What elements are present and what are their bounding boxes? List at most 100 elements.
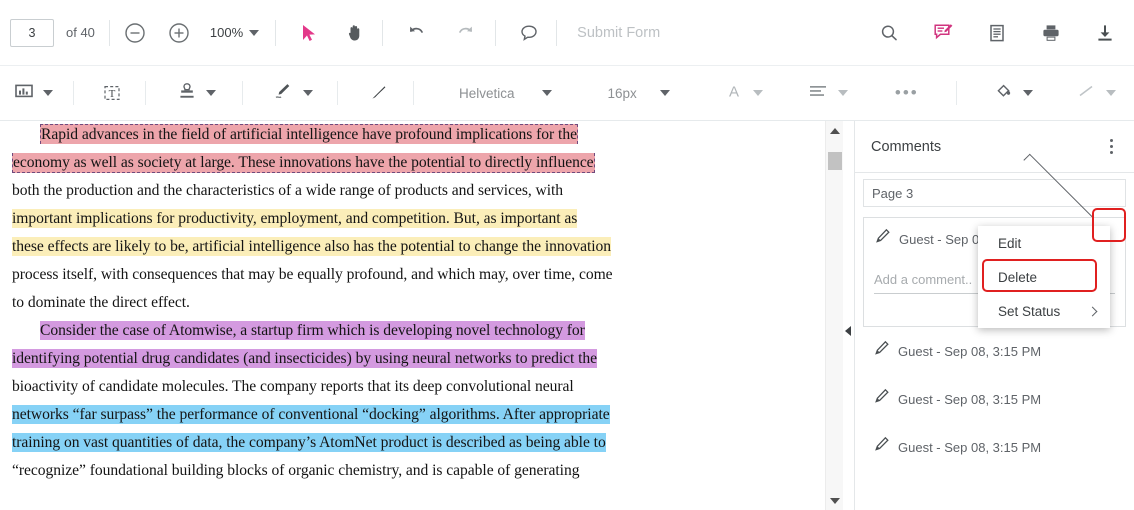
- svg-text:A: A: [729, 83, 739, 100]
- chevron-down-icon: [206, 90, 216, 96]
- font-size-label: 16px: [608, 86, 637, 101]
- highlighted-text[interactable]: networks “far surpass” the performance o…: [12, 405, 610, 424]
- toolbar-divider: [275, 20, 276, 46]
- chevron-down-icon: [43, 90, 53, 96]
- undo-icon[interactable]: [397, 14, 435, 52]
- text-align-icon: [807, 82, 829, 105]
- context-menu-label: Delete: [998, 270, 1037, 285]
- document-line: networks “far surpass” the performance o…: [12, 401, 713, 429]
- document-text: both the production and the characterist…: [12, 182, 563, 199]
- comment-meta: Guest - Sep 08, 3:15 PM: [898, 344, 1041, 359]
- redo-icon[interactable]: [447, 14, 485, 52]
- toolbar-divider: [556, 20, 557, 46]
- font-size-dropdown[interactable]: 16px: [600, 86, 678, 101]
- more-options-icon[interactable]: •••: [888, 74, 926, 112]
- document-line: Rapid advances in the field of artificia…: [12, 121, 713, 149]
- panel-overflow-kebab-icon[interactable]: [1098, 132, 1124, 162]
- scroll-up-arrow-icon[interactable]: [826, 122, 844, 139]
- highlighter-pen-icon: [873, 436, 890, 458]
- document-line: to dominate the direct effect.: [12, 289, 713, 317]
- viewport-right-gap: [725, 121, 825, 510]
- stamp-icon: [177, 81, 197, 106]
- document-line: important implications for productivity,…: [12, 205, 713, 233]
- fill-color-dropdown[interactable]: [986, 81, 1041, 106]
- context-menu-label: Set Status: [998, 304, 1060, 319]
- comments-page-group-label: Page 3: [872, 186, 1011, 201]
- line-style-icon: [1075, 82, 1097, 105]
- document-line: these effects are likely to be, artifici…: [12, 233, 713, 261]
- zoom-level-dropdown[interactable]: 100%: [210, 25, 259, 40]
- font-family-label: Helvetica: [459, 86, 515, 101]
- highlighter-pen-icon: [873, 340, 890, 362]
- context-menu-item-delete[interactable]: Delete: [978, 260, 1110, 294]
- page-list-icon[interactable]: [978, 14, 1016, 52]
- top-toolbar: 3 of 40 100% S: [0, 0, 1134, 66]
- highlighter-pen-icon: [873, 388, 890, 410]
- stamp-dropdown[interactable]: [169, 81, 224, 106]
- zoom-in-icon[interactable]: [160, 14, 198, 52]
- highlighted-text[interactable]: training on vast quantities of data, the…: [12, 433, 606, 452]
- signature-pen-icon: [272, 81, 294, 106]
- context-menu-item-set-status[interactable]: Set Status: [978, 294, 1110, 328]
- document-line: training on vast quantities of data, the…: [12, 429, 713, 457]
- highlighted-text[interactable]: identifying potential drug candidates (a…: [12, 349, 597, 368]
- highlighted-text[interactable]: these effects are likely to be, artifici…: [12, 237, 611, 256]
- fill-bucket-icon: [994, 81, 1014, 106]
- chevron-right-icon: [1088, 306, 1098, 316]
- highlighter-pen-icon: [874, 228, 891, 250]
- line-style-dropdown[interactable]: [1067, 82, 1124, 105]
- insert-image-icon: [14, 82, 34, 105]
- text-box-icon[interactable]: T: [93, 74, 131, 112]
- comment-meta: Guest - Sep 08, 3:15 PM: [898, 392, 1041, 407]
- document-text: process itself, with consequences that m…: [12, 266, 613, 283]
- document-viewport[interactable]: Rapid advances in the field of artificia…: [0, 121, 725, 510]
- search-icon[interactable]: [870, 14, 908, 52]
- context-menu-item-edit[interactable]: Edit: [978, 226, 1110, 260]
- comment-bubble-icon[interactable]: [510, 14, 548, 52]
- comment-list-item[interactable]: Guest - Sep 08, 3:15 PM: [863, 375, 1126, 423]
- comment-list-item[interactable]: Guest - Sep 08, 3:15 PM: [863, 327, 1126, 375]
- annotate-comment-icon[interactable]: [924, 14, 962, 52]
- chevron-down-icon: [753, 90, 763, 96]
- comments-page-group-header[interactable]: Page 3: [863, 179, 1126, 207]
- print-icon[interactable]: [1032, 14, 1070, 52]
- text-color-dropdown[interactable]: A: [716, 81, 771, 106]
- signature-dropdown[interactable]: [264, 81, 321, 106]
- highlighted-text[interactable]: Consider the case of Atomwise, a startup…: [40, 321, 585, 340]
- document-vertical-scrollbar[interactable]: [825, 121, 843, 510]
- document-line: economy as well as society at large. The…: [12, 149, 713, 177]
- download-icon[interactable]: [1086, 14, 1124, 52]
- document-text: to dominate the direct effect.: [12, 294, 190, 311]
- comment-list-item[interactable]: Guest - Sep 08, 3:15 PM: [863, 423, 1126, 471]
- hand-pan-icon[interactable]: [336, 14, 374, 52]
- highlighted-text[interactable]: Rapid advances in the field of artificia…: [40, 124, 578, 144]
- text-color-A-icon: A: [724, 81, 744, 106]
- scroll-down-arrow-icon[interactable]: [826, 492, 844, 509]
- svg-text:T: T: [109, 88, 116, 100]
- pdf-editor-window: 3 of 40 100% S: [0, 0, 1134, 510]
- font-family-dropdown[interactable]: Helvetica: [443, 86, 560, 101]
- page-number-input[interactable]: 3: [10, 19, 54, 47]
- chevron-down-icon: [838, 90, 848, 96]
- document-line: identifying potential drug candidates (a…: [12, 345, 713, 373]
- brush-icon[interactable]: [359, 74, 397, 112]
- pdf-page[interactable]: Rapid advances in the field of artificia…: [0, 121, 725, 485]
- zoom-out-icon[interactable]: [116, 14, 154, 52]
- highlighted-text[interactable]: important implications for productivity,…: [12, 209, 577, 228]
- toolbar-divider: [413, 81, 414, 105]
- cursor-select-icon[interactable]: [290, 14, 328, 52]
- insert-image-dropdown[interactable]: [6, 82, 61, 105]
- comments-panel-title: Comments: [871, 139, 1098, 155]
- text-align-dropdown[interactable]: [799, 82, 856, 105]
- document-text: “recognize” foundational building blocks…: [12, 462, 579, 479]
- toolbar-divider: [109, 20, 110, 46]
- comment-context-menu[interactable]: Edit Delete Set Status: [978, 226, 1110, 328]
- highlighted-text[interactable]: economy as well as society at large. The…: [12, 153, 595, 173]
- toolbar-divider: [145, 81, 146, 105]
- toolbar-divider: [337, 81, 338, 105]
- scroll-thumb[interactable]: [828, 152, 842, 170]
- panel-collapse-left-icon[interactable]: [843, 322, 853, 340]
- submit-form-button[interactable]: Submit Form: [577, 25, 660, 41]
- document-line: bioactivity of candidate molecules. The …: [12, 373, 713, 401]
- comment-list: Guest - Sep 08, 3:15 PM Guest - Sep 08, 3…: [855, 327, 1134, 471]
